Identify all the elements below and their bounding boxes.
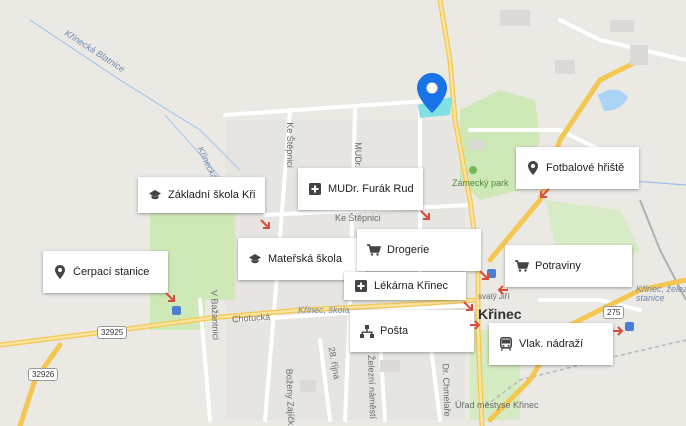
poi-label: MUDr. Furák Rudolf [328,183,413,195]
direction-arrow-icon [463,301,473,311]
place-pin-icon [53,265,67,279]
road-shield-32926: 32926 [28,368,59,381]
direction-arrow-icon [613,326,624,336]
label-mudr-street: MUDr. [352,142,363,168]
direction-arrow-icon [260,219,270,229]
shopping-cart-icon [367,243,381,257]
shopping-cart-icon [515,259,529,273]
label-krinec-skola: Křinec, škola [298,305,350,315]
label-ke-stepnici-vertical: Ke Štěpnici [284,122,295,168]
road-shield-32925: 32925 [97,326,128,339]
poi-label: Potraviny [535,260,581,272]
poi-card-drogerie[interactable]: Drogerie [357,229,481,271]
poi-label: Základní škola Kři… [168,189,255,201]
direction-arrow-icon [470,320,481,330]
location-pin-icon[interactable] [417,73,447,113]
poi-card-zakladni-skola[interactable]: Základní škola Kři… [138,177,265,213]
train-station-icon[interactable] [625,322,634,331]
poi-card-lekarna[interactable]: Lékárna Křinec [344,272,466,300]
label-krinec-zelezni-2: stanice [636,293,665,303]
direction-arrow-icon [165,292,175,302]
poi-label: Drogerie [387,244,430,256]
label-park: Zámecký park [452,178,509,188]
label-dr-chmelare: Dr. Chmelaře [440,363,453,417]
map-canvas[interactable]: Křinecká Blatnice Křinecká Ke Štěpnici M… [0,0,686,426]
bus-stop-icon[interactable] [172,306,181,315]
poi-label: Mateřská škola [268,253,342,265]
direction-arrow-icon [540,188,550,198]
place-pin-icon [526,161,540,175]
direction-arrow-icon [479,270,489,280]
poi-label: Lékárna Křinec [374,280,448,292]
poi-label: Vlak. nádraží [519,338,584,350]
train-icon [499,337,513,351]
label-bozeny: Boženy Zajíčk [284,368,297,426]
poi-card-fotbalove-hriste[interactable]: Fotbalové hřiště [516,147,639,189]
poi-card-vlak-nadrazi[interactable]: Vlak. nádraží [489,323,613,365]
poi-card-posta[interactable]: Pošta [350,310,474,352]
poi-label: Fotbalové hřiště [546,162,625,174]
poi-card-mudr-furak[interactable]: MUDr. Furák Rudolf [298,168,423,210]
school-icon [248,252,262,266]
direction-arrow-icon [420,210,430,220]
label-v-bazantnici: V Bažantnici [209,289,221,341]
medical-icon [308,182,322,196]
poi-card-cerpaci-stanice[interactable]: Čerpací stanice [43,251,168,293]
school-icon [148,188,162,202]
post-icon [360,324,374,338]
poi-card-potraviny[interactable]: Potraviny [505,245,632,287]
poi-label: Čerpací stanice [73,266,150,278]
poi-label: Pošta [380,325,409,337]
medical-icon [354,279,368,293]
road-shield-275: 275 [603,306,625,319]
direction-arrow-icon [497,285,508,295]
label-town-krinec: Křinec [478,306,522,322]
label-ke-stepnici-horizontal: Ke Štěpnici [335,213,381,223]
label-urad-mestyse: Úřad městyse Křinec [455,400,539,410]
